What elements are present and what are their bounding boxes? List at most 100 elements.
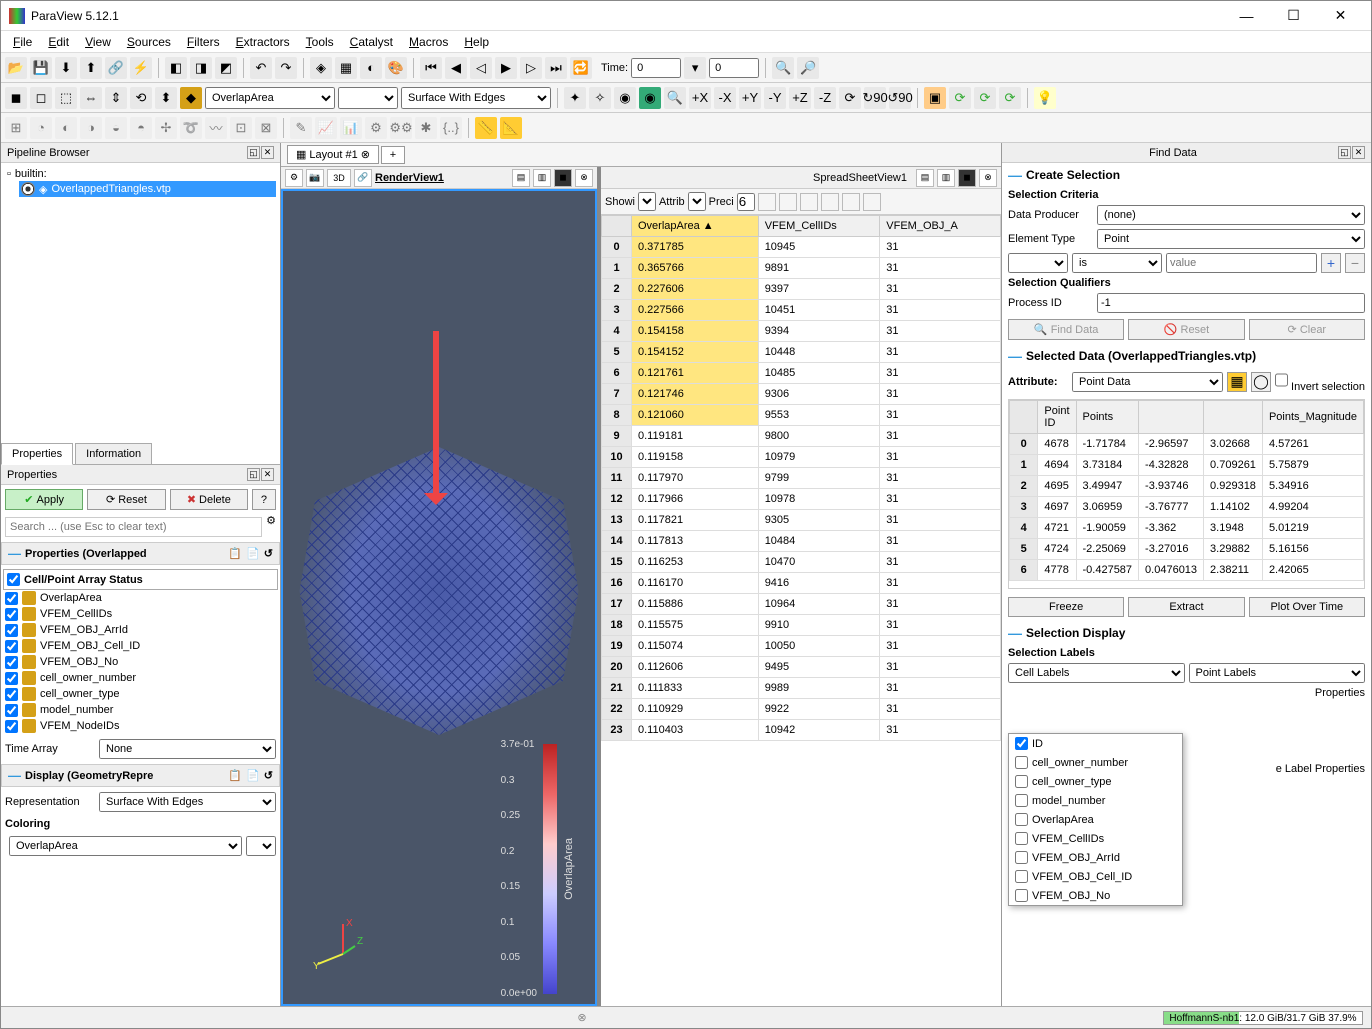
extract-icon[interactable]: ◧ [165,57,187,79]
table-row[interactable]: 60.1217611048531 [602,363,1001,384]
array-row[interactable]: VFEM_OBJ_ArrId [3,622,278,638]
dropdown-item[interactable]: ID [1009,734,1182,753]
array-checkbox[interactable] [5,656,18,669]
time-dropdown-icon[interactable]: ▾ [684,57,706,79]
sel-mag-icon[interactable]: 🔍 [664,87,686,109]
group2-icon[interactable]: ⊡ [230,117,252,139]
table-row[interactable]: 210.111833998931 [602,678,1001,699]
close-panel-icon[interactable]: ✕ [261,146,274,159]
close-tab-icon[interactable]: ⊗ [361,148,370,161]
shrink-icon[interactable]: ⇔ [80,87,102,109]
array-row[interactable]: VFEM_CellIDs [3,606,278,622]
axis-ny-icon[interactable]: -Y [764,87,786,109]
table-row[interactable]: 80.121060955331 [602,405,1001,426]
col-header[interactable] [1139,401,1204,434]
showing-select[interactable] [638,192,656,211]
array-checkbox[interactable] [5,720,18,733]
max-view-icon[interactable]: ◼ [554,169,572,187]
menu-extractors[interactable]: Extractors [228,33,298,51]
slice-icon[interactable]: ◑ [80,117,102,139]
sel-block-icon[interactable]: ◉ [639,87,661,109]
copy-icon[interactable]: 📋 [228,547,242,560]
table-row[interactable]: 30.2275661045131 [602,300,1001,321]
table-row[interactable]: 170.1158861096431 [602,594,1001,615]
invert-selection-checkbox[interactable] [1275,370,1288,390]
array-checkbox[interactable] [5,608,18,621]
last-frame-icon[interactable]: ⏭ [545,57,567,79]
rot90-icon[interactable]: ↻90 [864,87,886,109]
rotn90-icon[interactable]: ↺90 [889,87,911,109]
dropdown-checkbox[interactable] [1015,832,1028,845]
table-row[interactable]: 160.116170941631 [602,573,1001,594]
gears-icon[interactable]: ⚙⚙ [390,117,412,139]
next-frame-icon[interactable]: ▷ [520,57,542,79]
braces-icon[interactable]: {..} [440,117,462,139]
trans-icon[interactable]: ⬍ [155,87,177,109]
refresh1-icon[interactable]: ⟳ [949,87,971,109]
dropdown-item[interactable]: model_number [1009,791,1182,810]
criteria-op-select[interactable]: is [1072,253,1162,273]
criteria-field-select[interactable] [1008,253,1068,273]
dropdown-item[interactable]: VFEM_OBJ_Cell_ID [1009,867,1182,886]
close-panel-icon[interactable]: ✕ [1352,146,1365,159]
pipeline-item[interactable]: ◈ OverlappedTriangles.vtp [19,181,276,197]
palette-icon[interactable]: 🎨 [385,57,407,79]
menu-file[interactable]: File [5,33,40,51]
rep-wire-icon[interactable]: ◻ [30,87,52,109]
tab-properties[interactable]: Properties [1,443,73,465]
freeze-button[interactable]: Freeze [1008,597,1124,617]
play-icon[interactable]: ▶ [495,57,517,79]
table-row[interactable]: 346973.06959-3.767771.141024.99204 [1010,497,1364,518]
colorby-icon[interactable]: ◆ [180,87,202,109]
view-3d-button[interactable]: 3D [327,169,351,187]
sel-cells-icon[interactable]: ✧ [589,87,611,109]
table-row[interactable]: 00.3717851094531 [602,237,1001,258]
undo-icon[interactable]: ↶ [250,57,272,79]
col-header[interactable] [1204,401,1263,434]
color-legend[interactable] [543,744,557,994]
prev-frame-icon[interactable]: ◀ [445,57,467,79]
axis-nx-icon[interactable]: -X [714,87,736,109]
ruler-icon[interactable]: 📏 [475,117,497,139]
layout-tab[interactable]: ▦Layout #1⊗ [287,145,379,164]
rep-solid-icon[interactable]: ◼ [5,87,27,109]
color-component-select[interactable] [338,87,398,109]
plot-icon[interactable]: 📈 [315,117,337,139]
tab-information[interactable]: Information [75,443,152,464]
refresh3-icon[interactable]: ⟳ [999,87,1021,109]
table-row[interactable]: 04678-1.71784-2.965973.026684.57261 [1010,434,1364,455]
group-icon[interactable]: ◨ [190,57,212,79]
add-layout-button[interactable]: + [381,146,405,164]
col-header[interactable] [602,216,632,237]
sel-frustum-icon[interactable]: ◉ [614,87,636,109]
array-checkbox[interactable] [5,640,18,653]
table-row[interactable]: 54724-2.25069-3.270163.298825.16156 [1010,539,1364,560]
close-panel-icon[interactable]: ✕ [261,468,274,481]
minimize-button[interactable]: — [1224,2,1269,30]
array-checkbox[interactable] [5,704,18,717]
dropdown-checkbox[interactable] [1015,794,1028,807]
restore-icon[interactable]: ↺ [264,769,273,782]
contour-icon[interactable]: ◔ [30,117,52,139]
table-row[interactable]: 90.119181980031 [602,426,1001,447]
star-icon[interactable]: ✱ [415,117,437,139]
connect-icon[interactable]: 🔗 [105,57,127,79]
time-array-select[interactable]: None [99,739,276,759]
advanced-toggle-icon[interactable]: ⚙ [266,514,276,540]
process-id-input[interactable] [1097,293,1365,313]
grid-icon[interactable]: ▦ [1227,372,1247,392]
add-criteria-button[interactable]: + [1321,253,1341,273]
menu-sources[interactable]: Sources [119,33,179,51]
array-checkbox[interactable] [5,688,18,701]
remove-criteria-button[interactable]: − [1345,253,1365,273]
time-input[interactable] [631,58,681,78]
load-state-icon[interactable]: ⬆ [80,57,102,79]
split-h-icon[interactable]: ▤ [512,169,530,187]
color-by-select[interactable]: OverlapArea [205,87,335,109]
array-checkbox[interactable] [5,592,18,605]
array-row[interactable]: VFEM_NodeIDs [3,718,278,734]
link-icon[interactable]: 🔗 [354,169,372,187]
redo-icon[interactable]: ↷ [275,57,297,79]
table-row[interactable]: 220.110929992231 [602,699,1001,720]
dropdown-checkbox[interactable] [1015,813,1028,826]
